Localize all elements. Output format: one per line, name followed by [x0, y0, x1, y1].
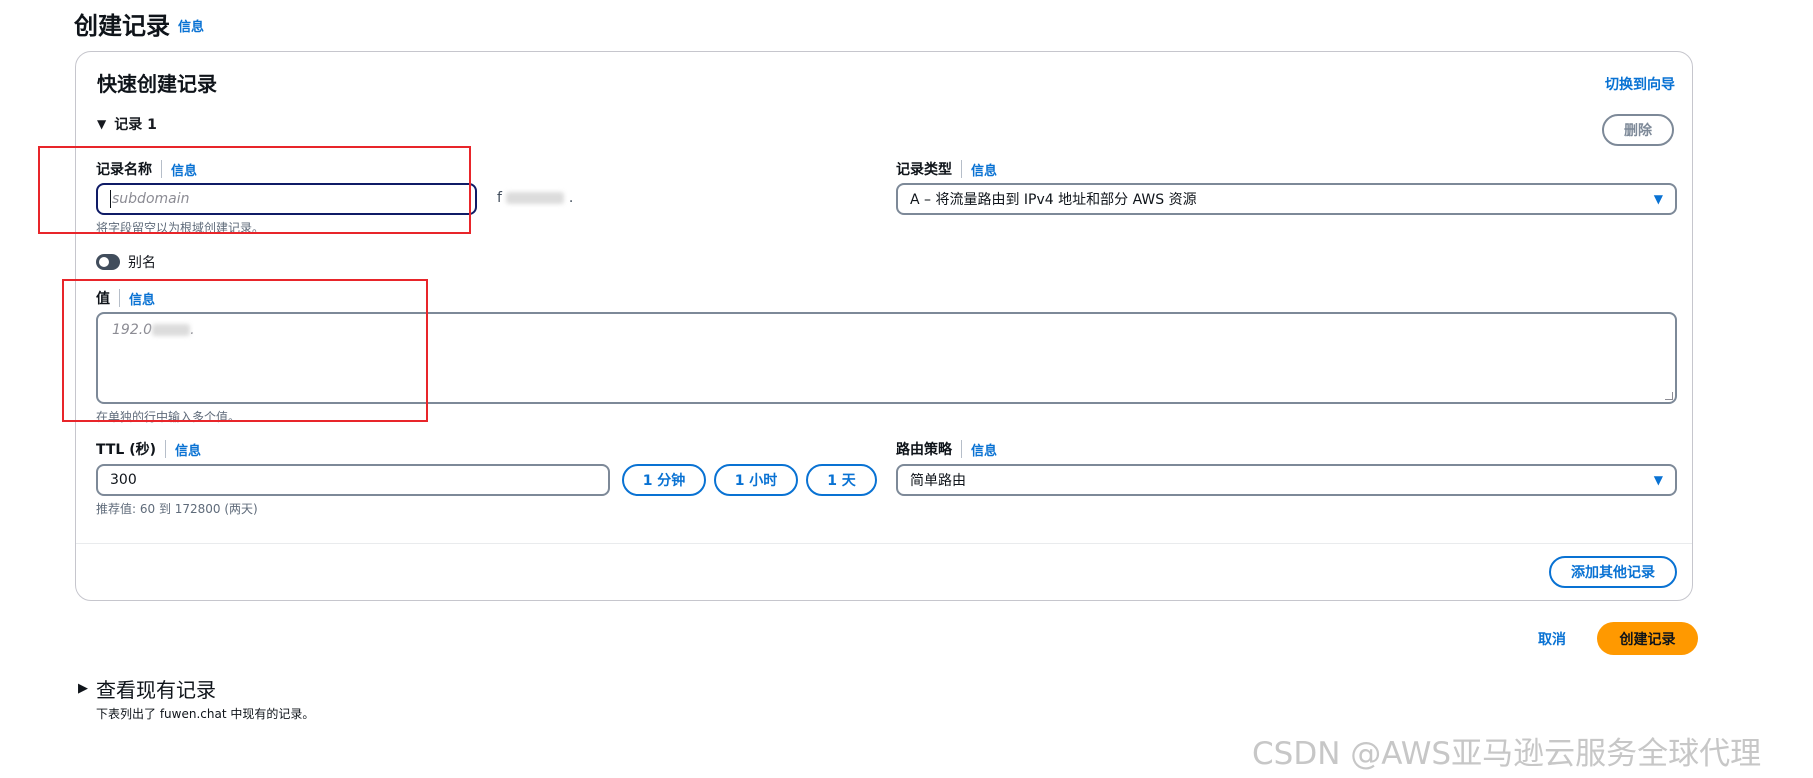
alias-toggle-row[interactable]: 别名: [96, 252, 156, 272]
domain-suffix-start: f: [497, 190, 502, 206]
create-records-button[interactable]: 创建记录: [1597, 622, 1698, 655]
record-1-toggle[interactable]: ▼ 记录 1: [97, 114, 157, 134]
label-separator: [165, 440, 167, 458]
record-type-label-text: 记录类型: [896, 162, 952, 178]
view-existing-records-toggle[interactable]: ▶ 查看现有记录: [78, 674, 216, 703]
caret-down-icon: ▼: [1653, 192, 1663, 206]
routing-policy-selected: 简单路由: [910, 473, 966, 489]
alias-toggle[interactable]: [96, 254, 120, 270]
add-another-record-button[interactable]: 添加其他记录: [1549, 556, 1677, 588]
label-separator: [961, 440, 962, 458]
ttl-label: TTL (秒) 信息: [96, 439, 201, 459]
domain-suffix: f .: [497, 190, 573, 206]
toggle-knob: [99, 257, 109, 267]
record-type-select[interactable]: A – 将流量路由到 IPv4 地址和部分 AWS 资源 ▼: [896, 183, 1677, 215]
resize-handle-icon[interactable]: [1665, 392, 1673, 400]
annotation-box-value: [62, 279, 428, 422]
annotation-box-record-name: [38, 146, 471, 234]
cancel-button[interactable]: 取消: [1538, 629, 1566, 649]
delete-button[interactable]: 删除: [1602, 114, 1674, 146]
ttl-label-text: TTL (秒): [96, 442, 157, 458]
record-type-selected: A – 将流量路由到 IPv4 地址和部分 AWS 资源: [910, 192, 1197, 208]
redacted-domain: [506, 192, 565, 204]
record-1-label: 记录 1: [114, 117, 157, 133]
record-type-info-link[interactable]: 信息: [971, 160, 997, 179]
caret-down-icon: ▼: [1653, 473, 1663, 487]
ttl-input[interactable]: 300: [96, 464, 610, 496]
routing-policy-info-link[interactable]: 信息: [971, 440, 997, 459]
panel-title: 快速创建记录: [97, 72, 217, 96]
ttl-info-link[interactable]: 信息: [175, 440, 201, 459]
watermark: CSDN @AWS亚马逊云服务全球代理: [1252, 736, 1762, 772]
page-title-info-link[interactable]: 信息: [178, 16, 204, 35]
label-separator: [961, 160, 962, 178]
caret-down-icon: ▼: [97, 117, 107, 131]
ttl-1-hour-button[interactable]: 1 小时: [714, 464, 798, 496]
ttl-1-minute-button[interactable]: 1 分钟: [622, 464, 706, 496]
domain-suffix-end: .: [568, 190, 574, 206]
existing-records-title: 查看现有记录: [96, 678, 216, 702]
routing-policy-select[interactable]: 简单路由 ▼: [896, 464, 1677, 496]
record-type-label: 记录类型 信息: [896, 159, 997, 179]
ttl-hint: 推荐值: 60 到 172800 (两天): [96, 502, 258, 516]
ttl-1-day-button[interactable]: 1 天: [806, 464, 877, 496]
existing-records-description: 下表列出了 fuwen.chat 中现有的记录。: [96, 707, 315, 721]
alias-label: 别名: [128, 255, 156, 271]
page-title: 创建记录: [74, 12, 170, 40]
routing-policy-label-text: 路由策略: [896, 442, 952, 458]
panel-divider: [76, 543, 1692, 544]
switch-to-wizard-link[interactable]: 切换到向导: [1605, 74, 1675, 94]
caret-right-icon: ▶: [78, 681, 88, 696]
routing-policy-label: 路由策略 信息: [896, 439, 997, 459]
